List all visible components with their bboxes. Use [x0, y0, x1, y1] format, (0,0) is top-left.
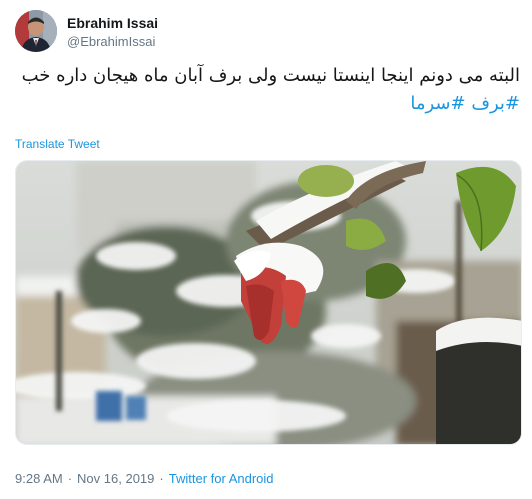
tweet-date[interactable]: Nov 16, 2019: [77, 471, 154, 486]
profile-photo-icon: [15, 10, 57, 52]
hashtag-line: #برف #سرما: [20, 90, 520, 118]
tweet-time[interactable]: 9:28 AM: [15, 471, 63, 486]
meta-separator-2: ·: [159, 471, 164, 486]
display-name[interactable]: Ebrahim Issai: [67, 14, 158, 32]
tweet-source-link[interactable]: Twitter for Android: [169, 471, 274, 486]
hashtag-sarma[interactable]: #سرما: [410, 93, 465, 114]
snowy-garden-photo-icon: [16, 161, 521, 444]
translate-tweet-link[interactable]: Translate Tweet: [15, 137, 100, 151]
tweet-text: البته می دونم اینجا اینستا نیست ولی برف …: [20, 62, 520, 118]
user-handle[interactable]: @EbrahimIssai: [67, 33, 158, 51]
tweet-media[interactable]: [15, 160, 522, 445]
hashtag-barf[interactable]: #برف: [471, 93, 520, 114]
tweet-text-line: البته می دونم اینجا اینستا نیست ولی برف …: [21, 65, 520, 86]
tweet-card: Ebrahim Issai @EbrahimIssai البته می دون…: [0, 0, 532, 499]
avatar[interactable]: [15, 10, 57, 52]
meta-separator: ·: [67, 471, 73, 486]
tweet-meta: 9:28 AM · Nov 16, 2019 · Twitter for Android: [15, 471, 274, 487]
user-info[interactable]: Ebrahim Issai @EbrahimIssai: [67, 14, 158, 51]
